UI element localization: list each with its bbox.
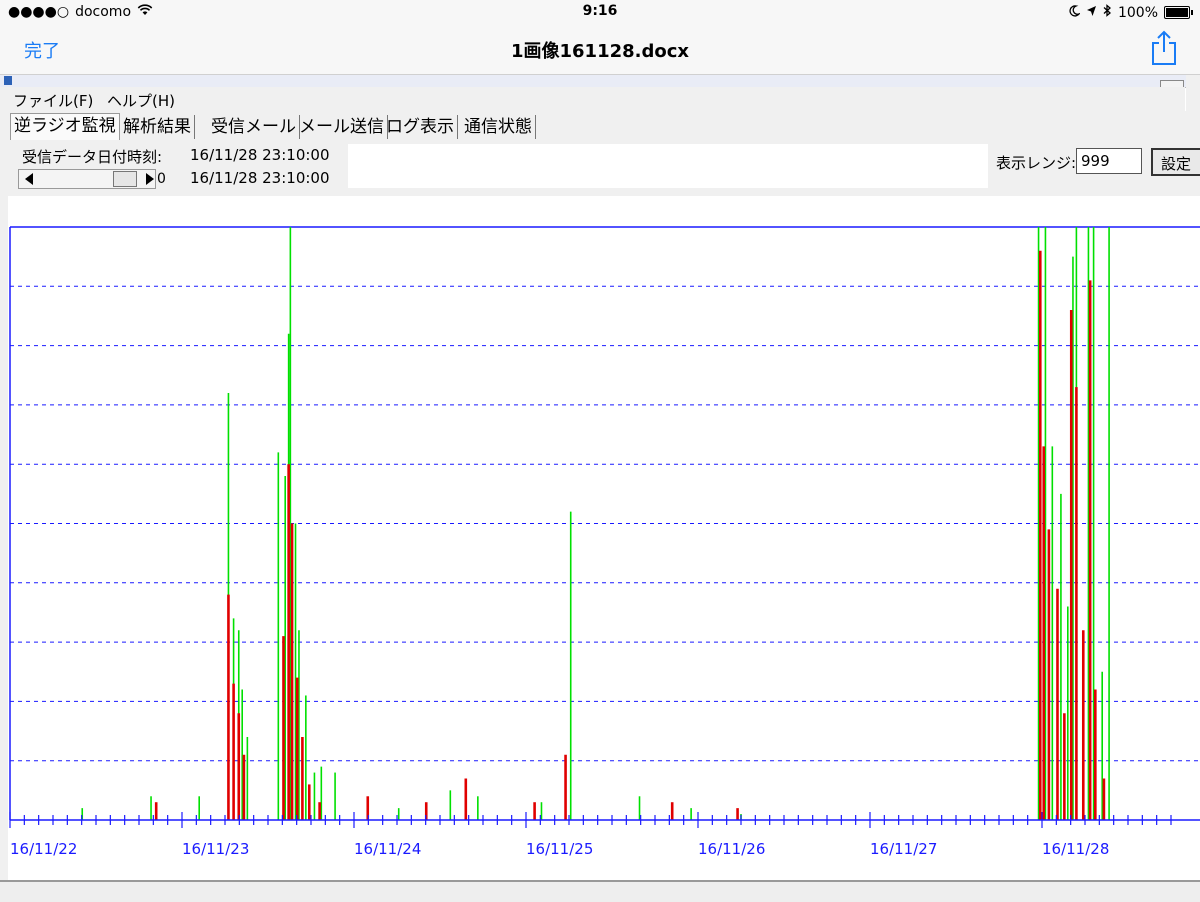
chart-x-tick-label: 16/11/26 [698, 840, 765, 858]
document-nav-bar: 完了 1画像161128.docx [0, 24, 1200, 75]
chart-x-tick-label: 16/11/28 [1042, 840, 1109, 858]
clock: 9:16 [582, 3, 618, 19]
message-area [348, 144, 988, 188]
battery-icon [1164, 6, 1193, 19]
moon-icon [1069, 4, 1081, 21]
slider-right-arrow-icon[interactable] [146, 173, 154, 185]
tab-log[interactable]: ログ表示 [383, 115, 458, 139]
tab-send-mail[interactable]: メール送信 [296, 115, 388, 139]
monitor-chart-svg: 16/11/22 16/11/23 16/11/24 16/11/25 16/11/26… [9, 226, 1200, 858]
document-title: 1画像161128.docx [510, 41, 690, 62]
taskbar-strip [0, 880, 1200, 902]
battery-percent: 100% [1117, 4, 1158, 21]
set-button[interactable]: 設定 [1151, 148, 1200, 176]
display-range-label: 表示レンジ: [996, 154, 1077, 172]
toolbar: 受信データ日付時刻: 16/11/28 23:10:00 0 16/11/28 … [0, 141, 1200, 196]
slider-thumb[interactable] [113, 171, 137, 187]
slider-time-value: 16/11/28 23:10:00 [190, 169, 330, 187]
status-bar: ●●●●○ docomo 9:16 100% [0, 0, 1200, 24]
bluetooth-icon [1103, 4, 1112, 21]
chart-x-tick-label: 16/11/23 [182, 840, 249, 858]
menu-file[interactable]: ファイル(F) [13, 90, 93, 111]
share-icon[interactable] [1150, 30, 1178, 66]
chart-x-tick-label: 16/11/22 [10, 840, 77, 858]
chart-x-tick-label: 16/11/25 [526, 840, 593, 858]
app-icon [4, 76, 12, 85]
received-time-value: 16/11/28 23:10:00 [190, 146, 330, 164]
tab-bar: 逆ラジオ監視 解析結果 受信メール メール送信 ログ表示 通信状態 [0, 111, 1200, 141]
tab-analysis[interactable]: 解析結果 [120, 115, 195, 139]
chart-x-tick-label: 16/11/24 [354, 840, 421, 858]
tab-reverse-radio[interactable]: 逆ラジオ監視 [10, 113, 120, 140]
time-slider[interactable] [18, 169, 156, 189]
location-arrow-icon [1086, 5, 1097, 21]
chart-x-tick-label: 16/11/27 [870, 840, 937, 858]
menu-bar: ファイル(F) ヘルプ(H) [0, 87, 1185, 111]
monitor-chart: 16/11/22 16/11/23 16/11/24 16/11/25 16/11/26… [8, 196, 1200, 886]
display-range-input[interactable] [1076, 148, 1142, 174]
menu-help[interactable]: ヘルプ(H) [107, 90, 175, 111]
tab-comm-status[interactable]: 通信状態 [461, 115, 536, 139]
slider-value: 0 [157, 171, 166, 187]
received-time-label: 受信データ日付時刻: [22, 148, 163, 166]
tab-received-mail[interactable]: 受信メール [208, 115, 300, 139]
slider-left-arrow-icon[interactable] [25, 173, 33, 185]
